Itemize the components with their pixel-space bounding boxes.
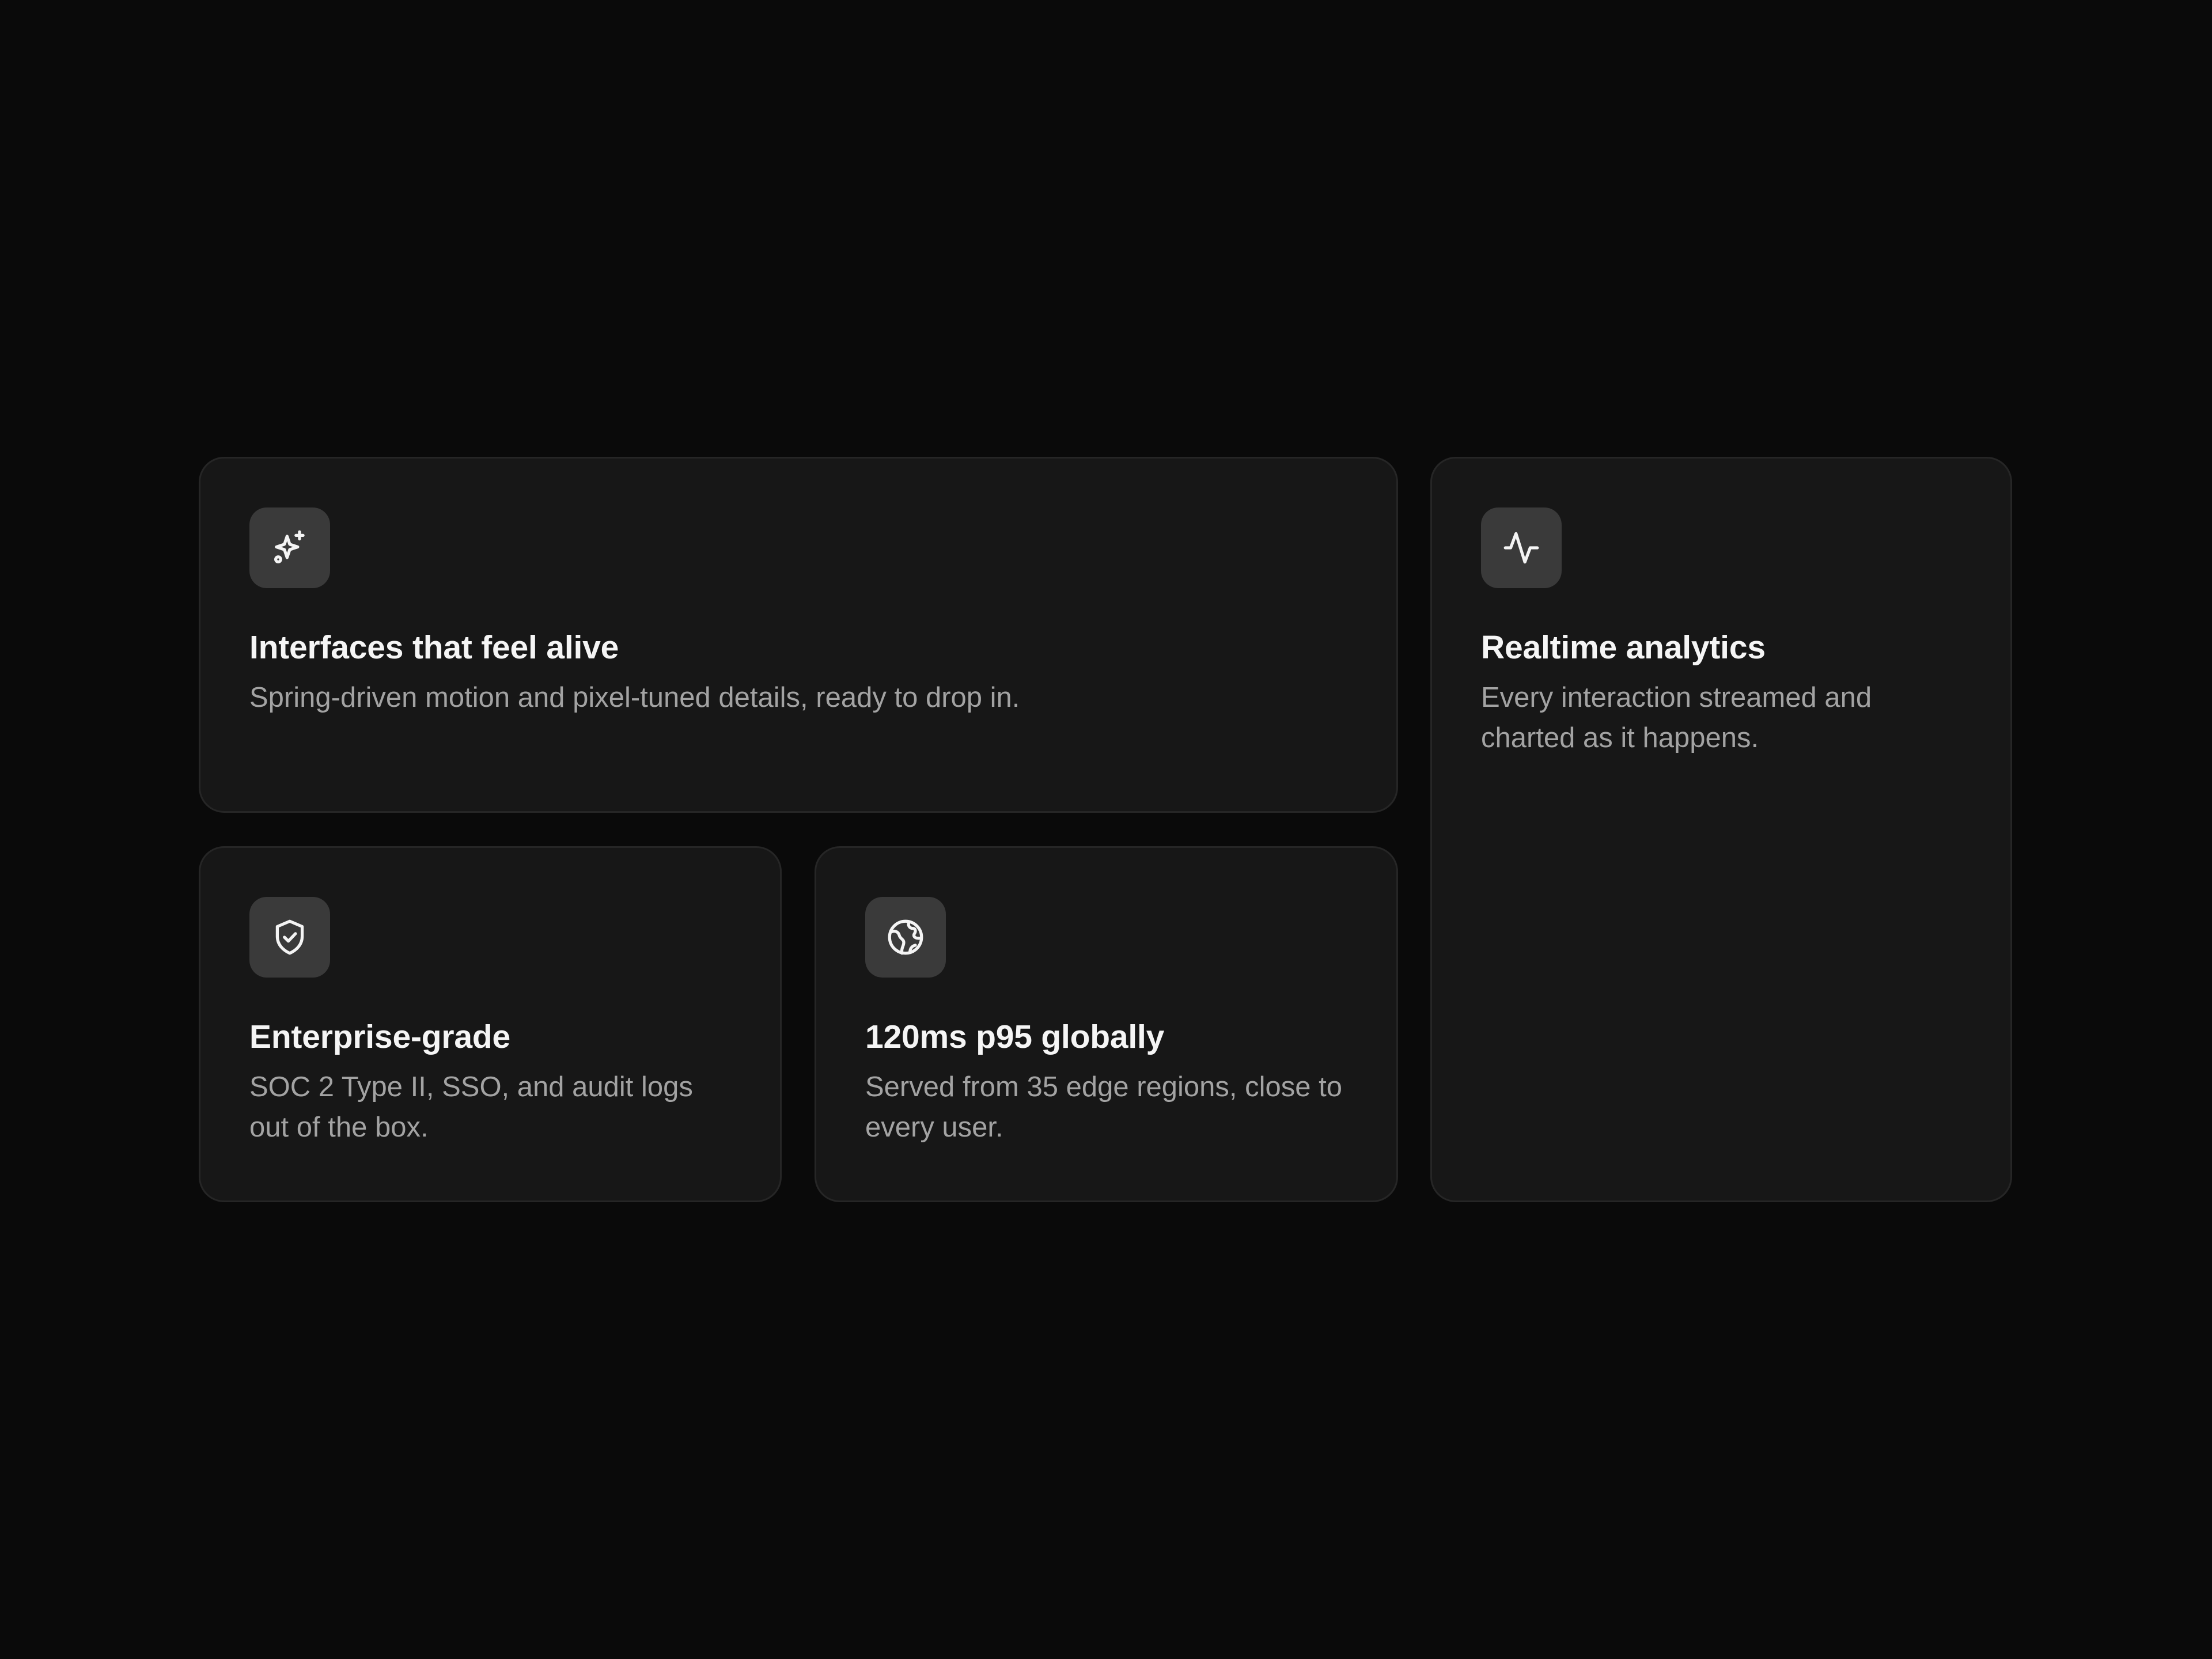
- sparkles-icon: [274, 530, 305, 563]
- feature-card-analytics: Realtime analytics Every interaction str…: [1430, 457, 2012, 1202]
- feature-title: Enterprise-grade: [249, 1018, 510, 1055]
- feature-icon-tile: [1481, 507, 1562, 588]
- feature-description: Served from 35 edge regions, close to ev…: [865, 1071, 1343, 1143]
- globe-icon: [888, 919, 923, 955]
- feature-icon-tile: [249, 897, 330, 978]
- feature-icon-tile: [865, 897, 946, 978]
- feature-card-latency: 120ms p95 globally Served from 35 edge r…: [815, 846, 1398, 1202]
- feature-card-interfaces: Interfaces that feel alive Spring-driven…: [199, 457, 1398, 813]
- feature-description: Spring-driven motion and pixel-tuned det…: [249, 682, 1020, 714]
- shield-check-icon: [275, 919, 304, 955]
- feature-title: Interfaces that feel alive: [249, 629, 619, 666]
- activity-pulse-icon: [1503, 532, 1539, 564]
- feature-card-enterprise: Enterprise-grade SOC 2 Type II, SSO, and…: [199, 846, 782, 1202]
- feature-title: Realtime analytics: [1481, 629, 1766, 666]
- feature-description: Every interaction streamed and charted a…: [1481, 682, 1872, 754]
- feature-icon-tile: [249, 507, 330, 588]
- feature-description: SOC 2 Type II, SSO, and audit logs out o…: [249, 1071, 693, 1143]
- feature-title: 120ms p95 globally: [865, 1018, 1165, 1055]
